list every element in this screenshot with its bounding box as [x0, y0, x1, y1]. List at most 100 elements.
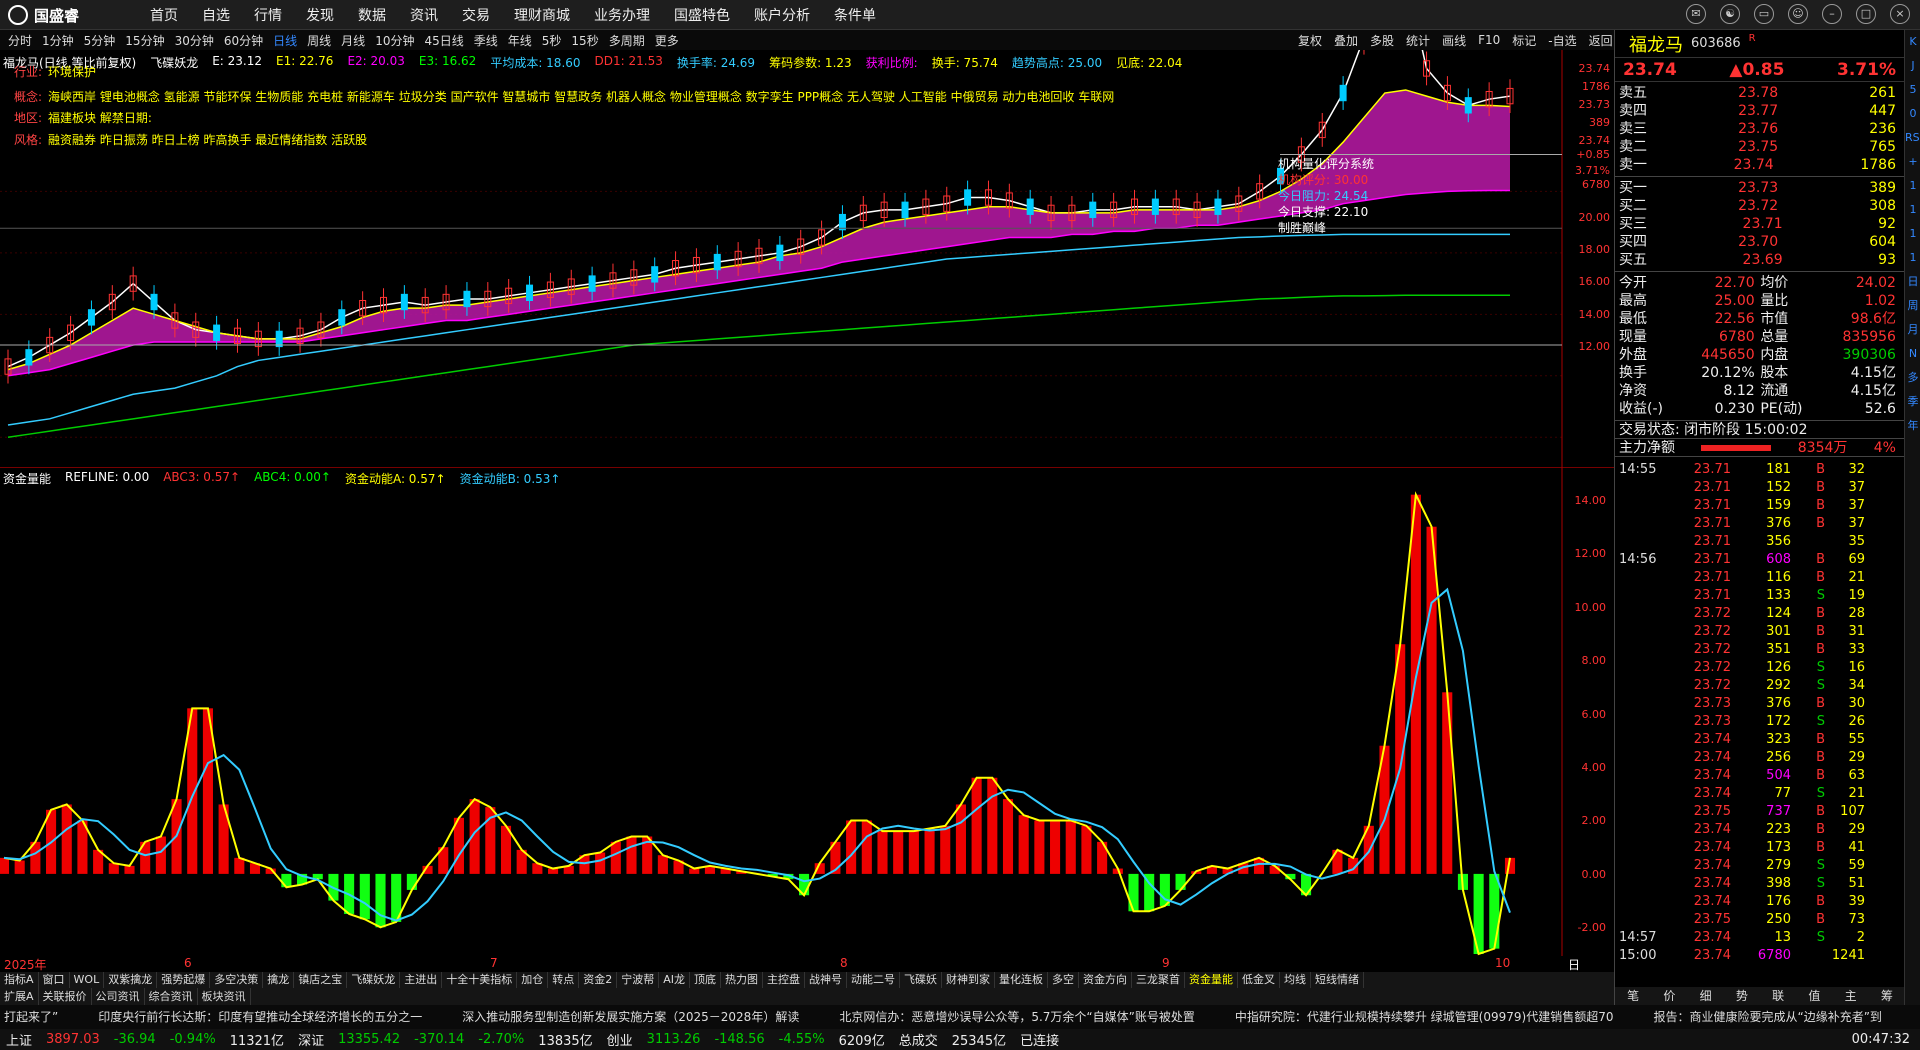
period-item[interactable]: 45日线 [424, 32, 463, 49]
info-tab[interactable]: 扩展A [0, 988, 39, 1005]
indicator-tab[interactable]: 宁波帮 [617, 972, 660, 988]
indicator-tab[interactable]: 资金量能 [1185, 972, 1238, 988]
book-row[interactable]: 卖二 23.75 765 [1615, 138, 1904, 156]
menu-item[interactable]: 国盛特色 [674, 5, 730, 25]
news-item[interactable]: 北京网信办：恶意增炒误导公众等，5.7万余个“自媒体”账号被处置 [839, 1010, 1195, 1024]
menu-item[interactable]: 数据 [358, 5, 386, 25]
close-icon[interactable]: × [1890, 4, 1910, 24]
toolbar-button[interactable]: F10 [1478, 33, 1500, 47]
menu-item[interactable]: 自选 [202, 5, 230, 25]
indicator-tab[interactable]: 窗口 [39, 972, 70, 988]
news-item[interactable]: 打起来了” [4, 1010, 58, 1024]
book-row[interactable]: 买三 23.71 92 [1615, 215, 1904, 233]
menu-item[interactable]: 发现 [306, 5, 334, 25]
indicator-tab[interactable]: WOL [70, 972, 105, 988]
side-tool-icon[interactable]: RSI [1905, 126, 1920, 150]
toolbar-button[interactable]: 统计 [1406, 32, 1430, 49]
indicator-tab[interactable]: 十全十美指标 [442, 972, 518, 988]
book-row[interactable]: 卖四 23.77 447 [1615, 102, 1904, 120]
indicator-tab[interactable]: 强势起爆 [157, 972, 211, 988]
mail-icon[interactable]: ▭ [1754, 4, 1774, 24]
book-row[interactable]: 买四 23.70 604 [1615, 233, 1904, 251]
sub-chart[interactable] [0, 468, 1614, 956]
news-item[interactable]: 印度央行前行长达斯：印度有望推动全球经济增长的五分之一 [98, 1010, 422, 1024]
period-item[interactable]: 季线 [474, 32, 498, 49]
side-tool-icon[interactable]: 年 [1905, 414, 1920, 438]
indicator-tab[interactable]: 战神号 [805, 972, 847, 988]
period-item[interactable]: 5分钟 [84, 32, 116, 49]
menu-item[interactable]: 理财商城 [514, 5, 570, 25]
period-item[interactable]: 5秒 [542, 32, 562, 49]
quote-tab[interactable]: 势 [1724, 987, 1760, 1005]
menu-item[interactable]: 首页 [150, 5, 178, 25]
period-item[interactable]: 15分钟 [125, 32, 164, 49]
indicator-tab[interactable]: 飞碟妖 [900, 972, 942, 988]
side-tool-icon[interactable]: J [1905, 54, 1920, 78]
message-icon[interactable]: ✉ [1686, 4, 1706, 24]
indicator-tab[interactable]: 主控盘 [763, 972, 805, 988]
info-tab[interactable]: 关联报价 [39, 988, 92, 1005]
quote-tab[interactable]: 值 [1796, 987, 1832, 1005]
news-item[interactable]: 报告：商业健康险要完成从“边缘补充者”到 [1653, 1010, 1881, 1024]
indicator-tab[interactable]: 双紫擒龙 [104, 972, 158, 988]
indicator-tab[interactable]: 财神到家 [942, 972, 995, 988]
indicator-tab[interactable]: 均线 [1280, 972, 1311, 988]
side-tool-icon[interactable]: 1 [1905, 246, 1920, 270]
user-icon[interactable]: ☺ [1788, 4, 1808, 24]
period-item[interactable]: 日线 [273, 32, 297, 49]
info-tab[interactable]: 板块资讯 [198, 988, 251, 1005]
indicator-tab[interactable]: 顶底 [690, 972, 721, 988]
side-tool-icon[interactable]: 1 [1905, 198, 1920, 222]
main-chart[interactable] [0, 0, 1614, 468]
indicator-tab[interactable]: 三龙聚首 [1132, 972, 1185, 988]
indicator-tab[interactable]: 热力图 [721, 972, 763, 988]
side-tool-icon[interactable]: 周 [1905, 294, 1920, 318]
indicator-tab[interactable]: 指标A [0, 972, 39, 988]
menu-item[interactable]: 交易 [462, 5, 490, 25]
indicator-tab[interactable]: 低金叉 [1238, 972, 1280, 988]
side-tool-icon[interactable]: N [1905, 342, 1920, 366]
side-tool-icon[interactable]: 5 [1905, 78, 1920, 102]
period-item[interactable]: 60分钟 [224, 32, 263, 49]
quote-tab[interactable]: 主 [1833, 987, 1869, 1005]
indicator-tab[interactable]: 多空决策 [210, 972, 264, 988]
toolbar-button[interactable]: 复权 [1298, 32, 1322, 49]
period-item[interactable]: 年线 [508, 32, 532, 49]
book-row[interactable]: 买五 23.69 93 [1615, 251, 1904, 269]
side-tool-icon[interactable]: 多 [1905, 366, 1920, 390]
period-item[interactable]: 30分钟 [175, 32, 214, 49]
indicator-tab[interactable]: 擒龙 [263, 972, 295, 988]
period-item[interactable]: 多周期 [609, 32, 645, 49]
menu-item[interactable]: 条件单 [834, 5, 876, 25]
quote-tab[interactable]: 价 [1651, 987, 1687, 1005]
side-tool-icon[interactable]: 日 [1905, 270, 1920, 294]
side-tool-icon[interactable]: K [1905, 30, 1920, 54]
minimize-icon[interactable]: – [1822, 4, 1842, 24]
toolbar-button[interactable]: 标记 [1512, 32, 1536, 49]
indicator-tab[interactable]: 短线情绪 [1311, 972, 1364, 988]
side-tool-icon[interactable]: 0 [1905, 102, 1920, 126]
indicator-tab[interactable]: 飞碟妖龙 [347, 972, 401, 988]
quote-tab[interactable]: 细 [1688, 987, 1724, 1005]
book-row[interactable]: 卖三 23.76 236 [1615, 120, 1904, 138]
skin-icon[interactable]: ☯ [1720, 4, 1740, 24]
news-item[interactable]: 深入推动服务型制造创新发展实施方案（2025－2028年）解读 [462, 1010, 799, 1024]
news-item[interactable]: 中指研究院：代建行业规模持续攀升 绿城管理(09979)代建销售额超70 [1235, 1010, 1614, 1024]
tick-list[interactable]: 14:55 23.71 181 B 32 23.71 152 B 37 23.71 159 B 37 23… [1615, 457, 1904, 965]
indicator-tab[interactable]: 转点 [548, 972, 580, 988]
indicator-tab[interactable]: 动能二号 [847, 972, 900, 988]
indicator-tab[interactable]: 主进出 [400, 972, 443, 988]
period-item[interactable]: 周线 [307, 32, 331, 49]
toolbar-button[interactable]: 画线 [1442, 32, 1466, 49]
info-tab[interactable]: 综合资讯 [145, 988, 198, 1005]
quote-tab[interactable]: 筹 [1869, 987, 1905, 1005]
side-tool-icon[interactable]: + [1905, 150, 1920, 174]
toolbar-button[interactable]: 返回 [1589, 32, 1613, 49]
period-item[interactable]: 月线 [341, 32, 365, 49]
app-logo[interactable]: 国盛睿 [8, 4, 79, 26]
side-tool-icon[interactable]: 季 [1905, 390, 1920, 414]
book-row[interactable]: 卖五 23.78 261 [1615, 84, 1904, 102]
side-tool-icon[interactable]: 1 [1905, 174, 1920, 198]
indicator-tab[interactable]: 资金方向 [1079, 972, 1132, 988]
toolbar-button[interactable]: -自选 [1548, 32, 1576, 49]
